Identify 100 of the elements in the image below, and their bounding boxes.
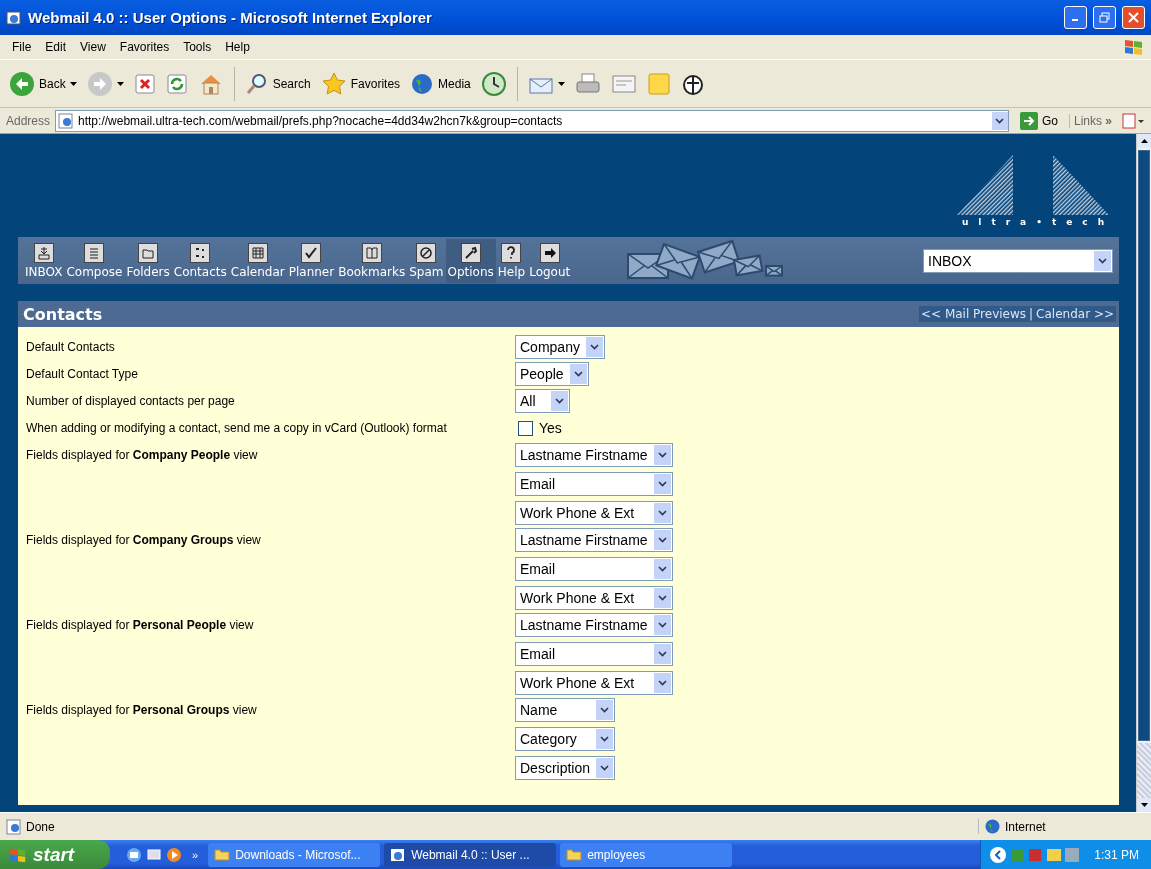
browser-icon[interactable]	[126, 846, 142, 863]
menu-item[interactable]: View	[74, 38, 112, 56]
dropdown[interactable]: All	[515, 389, 570, 413]
dropdown[interactable]: Company	[515, 335, 605, 359]
windows-logo-icon	[1123, 37, 1145, 57]
nav-item[interactable]: Planner	[286, 238, 337, 283]
close-icon	[1128, 12, 1139, 23]
desktop-icon[interactable]	[146, 846, 162, 863]
addon-icon	[1121, 111, 1145, 130]
mail-previews-link[interactable]: << Mail Previews	[921, 307, 1027, 321]
browser-icon	[390, 846, 407, 863]
dropdown[interactable]: Lastname Firstname	[515, 613, 673, 637]
help-icon	[501, 242, 522, 263]
forward-icon	[86, 70, 113, 97]
nav-item[interactable]: INBOX	[23, 238, 65, 283]
menu-item[interactable]: Favorites	[113, 38, 176, 56]
note-icon	[646, 71, 671, 96]
option-label: Number of displayed contacts per page	[26, 393, 236, 408]
folder-icon	[214, 848, 231, 861]
nav-item[interactable]: Folders	[124, 238, 172, 283]
book-icon	[361, 242, 382, 263]
nav-item[interactable]: Spam	[407, 238, 446, 283]
scrollbar-thumb[interactable]	[1137, 743, 1151, 798]
page-icon	[58, 112, 75, 129]
checkbox-label: Yes	[539, 420, 562, 436]
taskbar-button[interactable]: employees	[560, 842, 733, 867]
wrench-icon	[460, 242, 481, 263]
dropdown[interactable]: People	[515, 362, 589, 386]
zone-text: Internet	[1005, 819, 1046, 834]
option-label: Fields displayed for Personal Groups view	[26, 702, 258, 717]
option-label: Fields displayed for Personal People view	[26, 617, 255, 632]
calendar-grid-icon	[247, 242, 268, 263]
close-button[interactable]	[1122, 6, 1145, 29]
nav-item[interactable]: Contacts	[171, 238, 229, 283]
option-label: When adding or modifying a contact, send me a copy in vCard (Outlook) format	[26, 420, 448, 435]
stop-icon	[133, 72, 156, 95]
toolbar-button[interactable]: Search	[241, 69, 314, 98]
back-icon	[9, 70, 35, 97]
folder-icon	[138, 242, 159, 263]
menu-item[interactable]: Help	[219, 38, 256, 56]
dropdown[interactable]: Work Phone & Ext	[515, 586, 673, 610]
address-field[interactable]: http://webmail.ultra-tech.com/webmail/prefs.php?nocache=4dd34w2hcn7k&group=contacts	[55, 109, 1009, 132]
status-text: Done	[26, 819, 55, 834]
logo-icon	[955, 153, 1111, 217]
scroll-up-icon[interactable]	[1140, 139, 1148, 143]
menu-item[interactable]: File	[6, 38, 38, 56]
print-icon	[574, 71, 601, 96]
caret-icon	[116, 81, 124, 86]
dropdown[interactable]: Work Phone & Ext	[515, 671, 673, 695]
checkbox[interactable]	[518, 420, 533, 436]
media-player-icon[interactable]	[166, 846, 182, 863]
caret-icon	[557, 81, 565, 86]
menu-item[interactable]: Edit	[39, 38, 73, 56]
minimize-button[interactable]	[1064, 6, 1087, 29]
menu-item[interactable]: Tools	[177, 38, 218, 56]
toolbar-button[interactable]: Media	[407, 69, 474, 98]
window-title: Webmail 4.0 :: User Options - Microsoft Internet Explorer	[28, 9, 433, 26]
more-button[interactable]: »	[192, 848, 199, 861]
scroll-down-icon[interactable]	[1140, 803, 1148, 807]
address-label: Address	[6, 113, 51, 128]
dropdown[interactable]: Email	[515, 472, 673, 496]
nav-item[interactable]: Calendar	[228, 238, 287, 283]
document-lines-icon	[84, 242, 105, 263]
checkmark-icon	[301, 242, 322, 263]
clock: 1:31 PM	[1094, 847, 1139, 862]
restore-button[interactable]	[1093, 6, 1116, 29]
dropdown[interactable]: Name	[515, 698, 616, 722]
nav-item[interactable]: Options	[445, 238, 496, 283]
dropdown[interactable]: Email	[515, 557, 673, 581]
go-button[interactable]: Go	[1013, 111, 1064, 130]
section-title: Contacts	[23, 304, 103, 324]
folder-dropdown[interactable]: INBOX	[923, 248, 1113, 273]
taskbar-button[interactable]: Webmail 4.0 :: User ...	[384, 842, 557, 867]
dropdown[interactable]: Email	[515, 642, 673, 666]
folder-icon	[566, 848, 583, 861]
logo-text: ultra•tech	[961, 217, 1115, 227]
favorites-icon	[320, 70, 347, 97]
no-entry-icon	[416, 242, 437, 263]
dropdown[interactable]: Category	[515, 727, 616, 751]
taskbar-button[interactable]: Downloads - Microsof...	[208, 842, 381, 867]
dropdown[interactable]: Lastname Firstname	[515, 443, 673, 467]
start-button[interactable]: start	[0, 840, 110, 869]
option-label: Fields displayed for Company People view	[26, 447, 259, 462]
nav-item[interactable]: Logout	[527, 238, 573, 283]
inbox-tray-icon	[33, 242, 54, 263]
dropdown[interactable]: Description	[515, 756, 616, 780]
calendar-link[interactable]: Calendar >>	[1036, 307, 1114, 321]
toolbar-button[interactable]: Favorites	[317, 68, 404, 99]
links-button[interactable]: Links »	[1068, 113, 1116, 128]
dropdown[interactable]: Lastname Firstname	[515, 528, 673, 552]
toolbar-button[interactable]: Back	[6, 68, 80, 99]
search-icon	[244, 71, 269, 96]
option-label: Default Contacts	[26, 339, 116, 354]
nav-item[interactable]: Bookmarks	[336, 238, 408, 283]
link-separator: |	[1029, 307, 1034, 321]
media-icon	[410, 71, 435, 96]
nav-item[interactable]: Compose	[64, 238, 125, 283]
option-label: Default Contact Type	[26, 366, 139, 381]
dropdown[interactable]: Work Phone & Ext	[515, 501, 673, 525]
nav-item[interactable]: Help	[495, 238, 528, 283]
